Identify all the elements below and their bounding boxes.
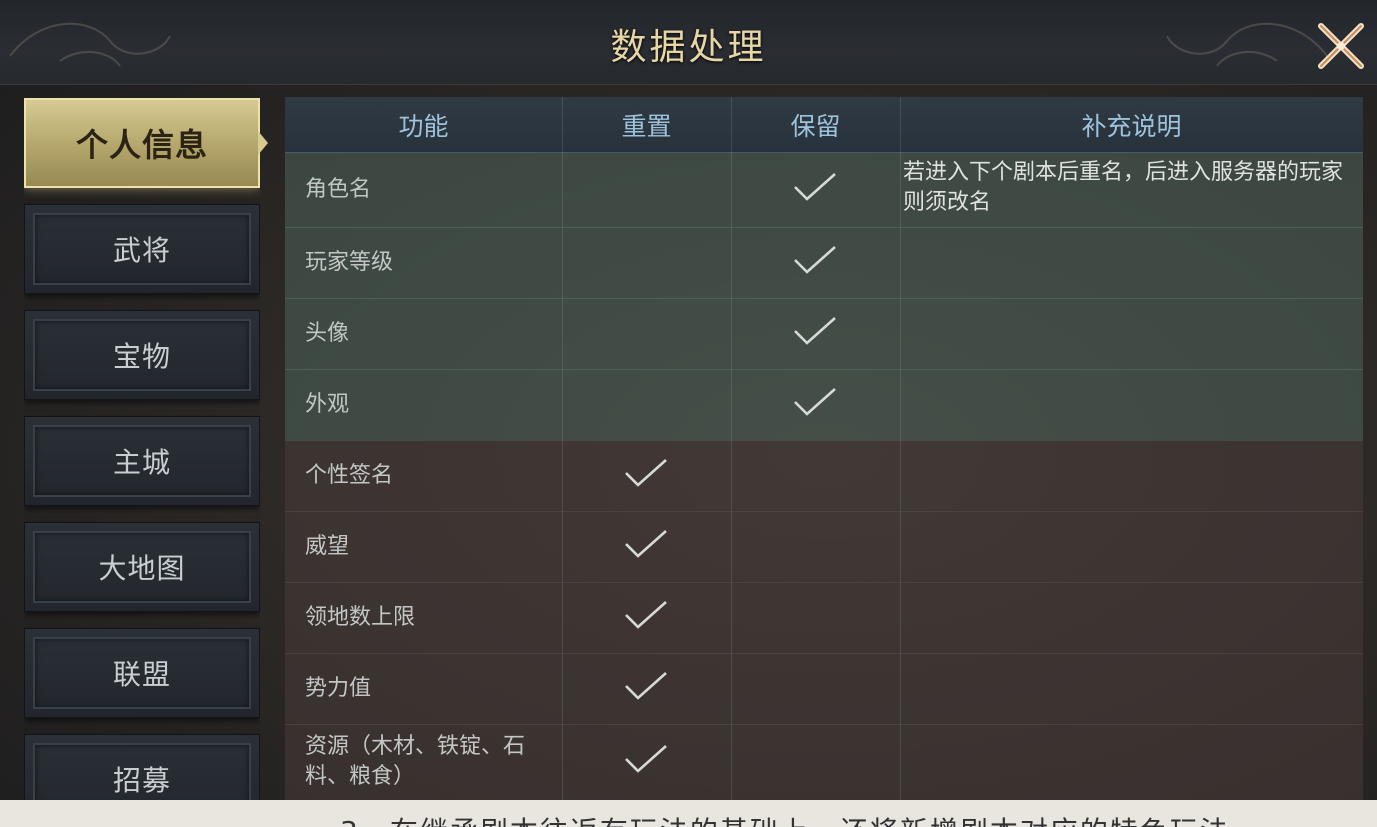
row-function-name: 资源（木材、铁锭、石料、粮食） — [305, 734, 526, 789]
row-function-name: 威望 — [305, 533, 350, 559]
table-row: 头像 — [285, 298, 1363, 370]
row-function-name: 外观 — [305, 391, 350, 417]
column-header-keep: 保留 — [790, 111, 841, 141]
table-row: 外观 — [285, 369, 1363, 441]
row-function-name: 个性签名 — [305, 462, 394, 488]
sidebar-item-label: 招募 — [112, 764, 171, 797]
keep-checkmark-icon — [794, 173, 836, 201]
sidebar: 个人信息 武将 宝物 主城 大地图 联盟 招募 — [24, 98, 260, 800]
reset-checkmark-icon — [625, 745, 667, 773]
sidebar-item-treasures[interactable]: 宝物 — [24, 310, 260, 400]
background-text-strip: 3、在继承剧本往返有玩法的基础上，还将新增剧本对应的特色玩法。 — [0, 800, 1377, 827]
close-icon[interactable] — [1315, 20, 1367, 72]
row-function-name: 领地数上限 — [305, 604, 416, 630]
column-header-reset: 重置 — [621, 111, 672, 141]
sidebar-item-main-city[interactable]: 主城 — [24, 416, 260, 506]
sidebar-item-alliance[interactable]: 联盟 — [24, 628, 260, 718]
active-tab-pointer-icon — [258, 131, 268, 155]
table-row: 角色名 若进入下个剧本后重名，后进入服务器的玩家则须改名 — [285, 152, 1363, 228]
sidebar-item-label: 大地图 — [98, 552, 186, 585]
reset-checkmark-icon — [625, 459, 667, 487]
sidebar-item-personal-info[interactable]: 个人信息 — [24, 98, 260, 188]
sidebar-item-label: 个人信息 — [75, 126, 208, 164]
sidebar-item-world-map[interactable]: 大地图 — [24, 522, 260, 612]
table-row: 资源（木材、铁锭、石料、粮食） — [285, 724, 1363, 800]
keep-checkmark-icon — [794, 317, 836, 345]
reset-checkmark-icon — [625, 530, 667, 558]
row-function-name: 头像 — [305, 320, 350, 346]
sidebar-item-label: 武将 — [112, 234, 171, 267]
data-table: 功能 重置 保留 补充说明 角色名 若进入下个剧本后重名，后进入服务器的玩家则须改… — [285, 97, 1363, 800]
column-header-notes: 补充说明 — [1081, 111, 1182, 141]
reset-checkmark-icon — [625, 672, 667, 700]
table-row: 个性签名 — [285, 440, 1363, 512]
row-note: 若进入下个剧本后重名，后进入服务器的玩家则须改名 — [903, 160, 1344, 215]
row-function-name: 角色名 — [305, 176, 372, 202]
sidebar-item-label: 主城 — [112, 446, 171, 479]
data-processing-screen: 数据处理 个人信息 武将 宝物 主城 大地图 联盟 招募 功能 重置 保留 补充… — [0, 0, 1377, 827]
sidebar-item-label: 宝物 — [112, 340, 171, 373]
row-function-name: 玩家等级 — [305, 249, 394, 275]
table-row: 势力值 — [285, 653, 1363, 725]
table-header: 功能 重置 保留 补充说明 — [285, 97, 1363, 153]
sidebar-item-generals[interactable]: 武将 — [24, 204, 260, 294]
keep-checkmark-icon — [794, 246, 836, 274]
background-text: 3、在继承剧本往返有玩法的基础上，还将新增剧本对应的特色玩法。 — [340, 810, 1260, 827]
table-row: 领地数上限 — [285, 582, 1363, 654]
page-title: 数据处理 — [610, 27, 767, 68]
keep-checkmark-icon — [794, 388, 836, 416]
sidebar-item-recruit[interactable]: 招募 — [24, 734, 260, 800]
table-row: 威望 — [285, 511, 1363, 583]
table-row: 玩家等级 — [285, 227, 1363, 299]
reset-checkmark-icon — [625, 601, 667, 629]
row-function-name: 势力值 — [305, 675, 372, 701]
column-header-function: 功能 — [398, 111, 449, 141]
sidebar-item-label: 联盟 — [112, 658, 171, 691]
header-bar: 数据处理 — [0, 0, 1377, 85]
